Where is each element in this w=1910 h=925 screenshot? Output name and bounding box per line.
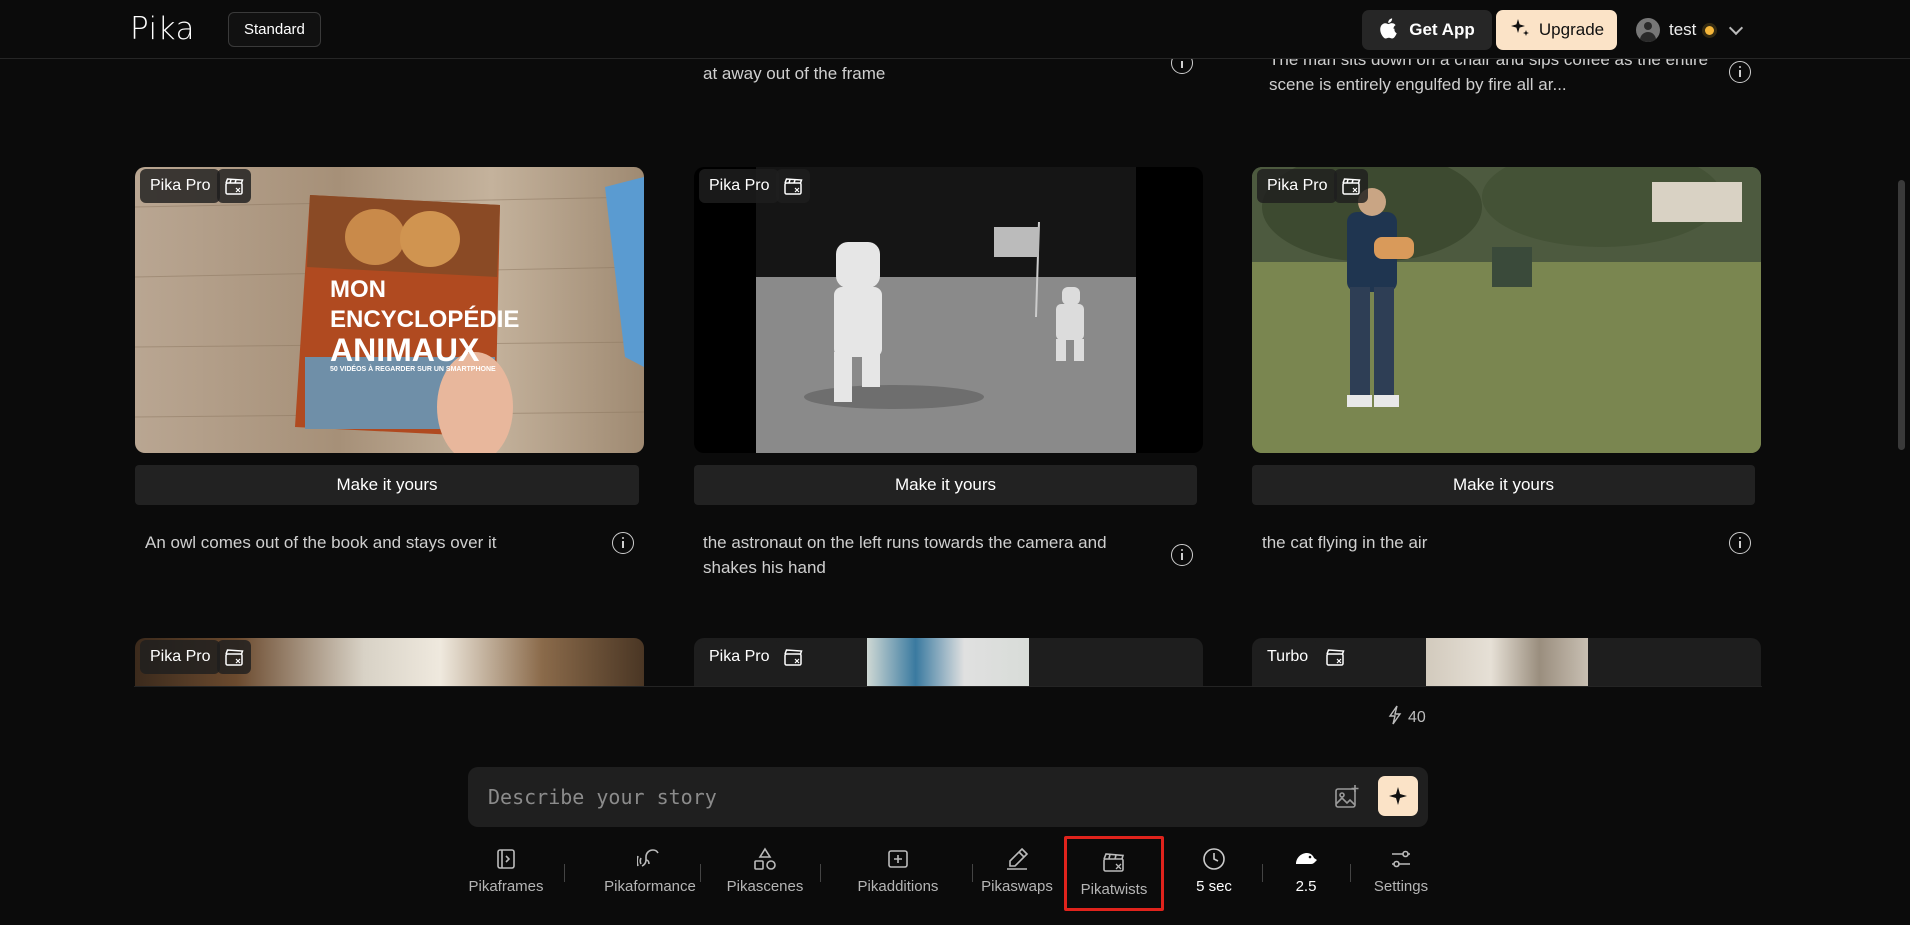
model-badge: Pika Pro: [699, 169, 780, 203]
lightning-icon: [1388, 705, 1402, 730]
tool-label: Pikatwists: [1080, 881, 1148, 898]
tool-label: Pikascenes: [726, 878, 804, 895]
caption-text: at away out of the frame: [703, 64, 886, 83]
toolbar-separator: [1262, 864, 1263, 882]
model-badge: Turbo: [1257, 640, 1319, 674]
tool-model-version[interactable]: 2.5: [1266, 836, 1346, 914]
username: test: [1669, 20, 1697, 39]
user-menu[interactable]: test: [1636, 15, 1744, 45]
tool-label: Pikadditions: [857, 878, 939, 895]
sparkle-icon: [1509, 17, 1531, 44]
model-version-icon: [1296, 853, 1317, 864]
model-badge: Pika Pro: [1257, 169, 1338, 203]
status-dot: [1705, 25, 1715, 35]
story-input[interactable]: [488, 782, 1288, 812]
chevron-down-icon: [1729, 20, 1744, 35]
pikatwists-icon: [1318, 640, 1352, 674]
prompt-box: [468, 767, 1428, 827]
clock-icon: [1203, 848, 1225, 870]
settings-sliders-icon: [1392, 850, 1410, 868]
caption-text: the astronaut on the left runs towards t…: [703, 533, 1107, 577]
pikaswaps-icon: [1007, 847, 1029, 870]
apple-icon: [1379, 17, 1399, 44]
tool-label: Pikaframes: [468, 878, 544, 895]
book-title-line: ENCYCLOPÉDIE: [330, 306, 520, 333]
pikatwists-icon: [1103, 853, 1125, 872]
info-icon[interactable]: [1171, 59, 1193, 74]
book-title-line: MON: [330, 276, 386, 303]
pikaframes-icon: [497, 849, 515, 869]
image-upload-icon[interactable]: [1334, 784, 1360, 810]
get-app-label: Get App: [1409, 20, 1475, 39]
caption-text: The man sits down on a chair and sips co…: [1269, 59, 1709, 94]
tool-pikadditions[interactable]: Pikadditions: [828, 836, 968, 914]
moon-scene: [756, 167, 1136, 453]
info-icon[interactable]: [612, 532, 634, 554]
toolbar-separator: [1350, 864, 1351, 882]
video-thumbnail[interactable]: Turbo: [1252, 638, 1761, 687]
pika-logo[interactable]: Pika: [130, 11, 195, 47]
model-badge: Pika Pro: [140, 640, 221, 674]
avatar: [1636, 18, 1660, 42]
tool-label: Pikaswaps: [981, 878, 1053, 895]
caption-text: the cat flying in the air: [1262, 533, 1428, 552]
video-feed: at away out of the frame The man sits do…: [0, 59, 1910, 687]
tool-duration[interactable]: 5 sec: [1174, 836, 1254, 914]
toolbar-separator: [820, 864, 821, 882]
tool-label: 2.5: [1295, 878, 1317, 895]
pikatwists-icon: [776, 169, 810, 203]
upgrade-button[interactable]: Upgrade: [1496, 10, 1617, 50]
info-icon[interactable]: [1171, 544, 1193, 566]
caption-text: An owl comes out of the book and stays o…: [145, 533, 497, 552]
top-header: Pika Standard Get App Upgrade test: [0, 0, 1910, 59]
scrollbar[interactable]: [1898, 180, 1905, 450]
video-thumbnail[interactable]: Pika Pro: [1252, 167, 1761, 453]
book-title-line: ANIMAUX: [330, 332, 480, 368]
tool-pikascenes[interactable]: Pikascenes: [710, 836, 820, 914]
info-icon[interactable]: [1729, 61, 1751, 83]
tool-label: 5 sec: [1196, 878, 1232, 895]
tool-pikaswaps[interactable]: Pikaswaps: [952, 836, 1082, 914]
model-badge: Pika Pro: [140, 169, 221, 203]
toolbar-separator: [564, 864, 565, 882]
video-thumbnail[interactable]: Pika Pro: [694, 638, 1203, 687]
pikascenes-icon: [754, 847, 776, 870]
park-scene: [1252, 167, 1761, 453]
tool-label: Pikaformance: [604, 878, 696, 895]
pikatwists-icon: [217, 169, 251, 203]
get-app-button[interactable]: Get App: [1362, 10, 1492, 50]
plan-button[interactable]: Standard: [228, 12, 321, 47]
tool-pikatwists[interactable]: Pikatwists: [1064, 836, 1164, 911]
tool-settings[interactable]: Settings: [1356, 836, 1446, 914]
tool-pikaformance[interactable]: Pikaformance: [580, 836, 720, 914]
toolbar-separator: [700, 864, 701, 882]
make-it-yours-button[interactable]: Make it yours: [694, 465, 1197, 505]
book-subtitle: 50 VIDÉOS À REGARDER SUR UN SMARTPHONE: [330, 366, 496, 373]
info-icon[interactable]: [1729, 532, 1751, 554]
make-it-yours-button[interactable]: Make it yours: [135, 465, 639, 505]
pikatwists-icon: [776, 640, 810, 674]
tool-label: Settings: [1373, 878, 1429, 895]
sparkle-icon: [1389, 787, 1407, 805]
upgrade-label: Upgrade: [1538, 20, 1605, 39]
app-root: Pika Standard Get App Upgrade test at aw…: [0, 0, 1910, 925]
video-thumbnail[interactable]: Pika Pro: [135, 638, 644, 687]
pikatwists-icon: [217, 640, 251, 674]
video-thumbnail[interactable]: Pika Pro: [694, 167, 1203, 453]
generate-button[interactable]: [1378, 776, 1418, 816]
make-it-yours-button[interactable]: Make it yours: [1252, 465, 1755, 505]
tool-pikaframes[interactable]: Pikaframes: [456, 836, 556, 914]
pikadditions-icon: [888, 850, 908, 868]
feed-divider: [134, 686, 1762, 687]
credits-counter: 40: [1388, 705, 1426, 730]
credits-value: 40: [1408, 708, 1426, 726]
video-thumbnail[interactable]: MON ENCYCLOPÉDIE ANIMAUX 50 VIDÉOS À REG…: [135, 167, 644, 453]
pikatwists-icon: [1334, 169, 1368, 203]
model-badge: Pika Pro: [699, 640, 780, 674]
pikaformance-icon: [637, 849, 659, 867]
